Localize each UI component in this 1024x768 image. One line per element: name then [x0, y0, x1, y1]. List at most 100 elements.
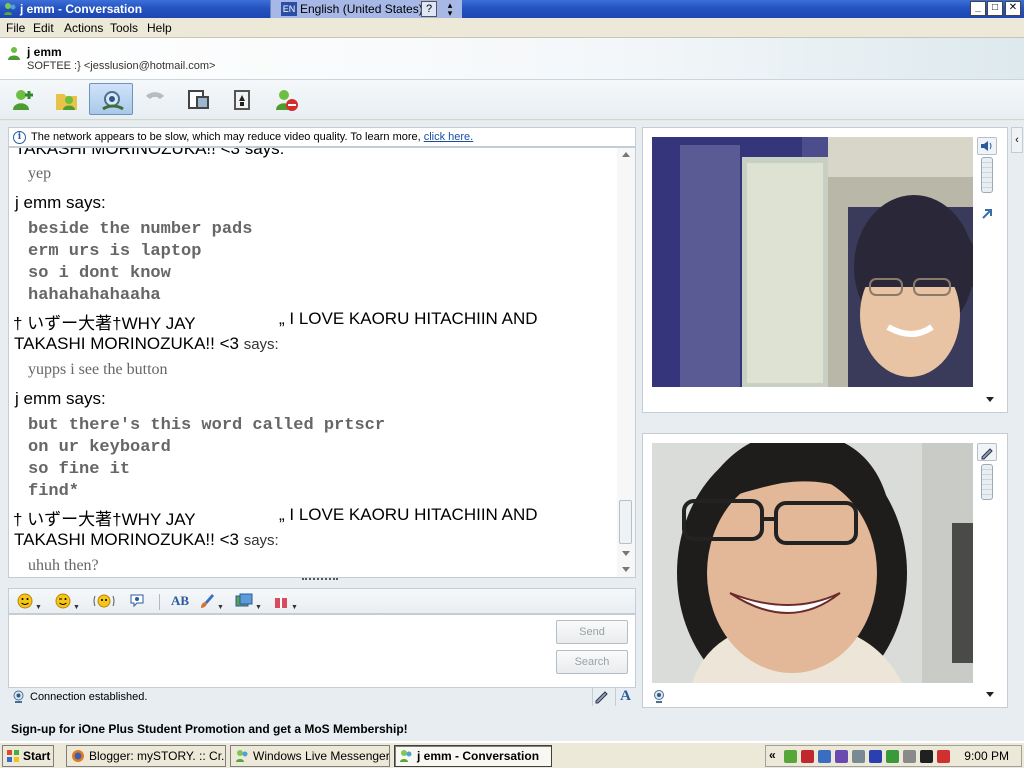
menu-actions[interactable]: Actions	[64, 21, 103, 35]
task-label: Windows Live Messenger	[253, 749, 390, 763]
signal-tray-icon[interactable]	[886, 750, 899, 763]
promo-text[interactable]: Sign-up for iOne Plus Student Promotion …	[11, 722, 408, 736]
tray-expand-icon[interactable]: «	[769, 748, 776, 762]
restore-button[interactable]: □	[987, 1, 1003, 16]
arrow-up-right-icon	[982, 209, 992, 219]
scroll-bottom-icon[interactable]	[622, 567, 630, 572]
sender-name-end: TAKASHI MORINOZUKA!! <3	[14, 334, 239, 353]
language-code[interactable]: EN	[281, 2, 297, 16]
resize-grip[interactable]	[302, 578, 338, 584]
title-bar[interactable]: j emm - Conversation EN English (United …	[0, 0, 1024, 18]
contact-webcam-image	[652, 137, 973, 387]
font-button[interactable]: AB	[171, 593, 189, 611]
firefox-icon	[72, 750, 84, 762]
text-mode-button[interactable]: A	[615, 688, 635, 706]
webcam-settings-button[interactable]	[652, 689, 666, 703]
invite-contact-icon	[13, 90, 33, 110]
send-gift-button[interactable]: ▼	[273, 593, 298, 611]
message-input[interactable]: Send Search	[8, 614, 636, 688]
activities-icon	[188, 90, 209, 109]
menu-help[interactable]: Help	[147, 21, 172, 35]
popout-video-button[interactable]	[980, 207, 994, 221]
background-button[interactable]: ▼	[199, 593, 224, 611]
webcam-icon	[654, 690, 664, 703]
menu-tools[interactable]: Tools	[110, 21, 138, 35]
start-button[interactable]: Start	[2, 745, 54, 767]
bluetooth-tray-icon[interactable]	[835, 750, 848, 763]
close-button[interactable]: ✕	[1005, 1, 1021, 16]
message-text: yupps i see the button	[28, 361, 168, 378]
promo-banner[interactable]: Sign-up for iOne Plus Student Promotion …	[0, 718, 1024, 741]
voice-call-button[interactable]	[133, 83, 177, 115]
voice-clip-button[interactable]	[129, 593, 145, 611]
send-files-button[interactable]	[45, 83, 89, 115]
message-text: beside the number pads	[28, 220, 253, 239]
scroll-thumb[interactable]	[619, 500, 632, 544]
volume-slider[interactable]	[981, 157, 993, 193]
search-button[interactable]: Search	[556, 650, 628, 674]
messenger-tray-icon[interactable]	[784, 750, 797, 763]
games-icon	[234, 90, 250, 110]
task-blogger[interactable]: Blogger: mySTORY. :: Cr...	[66, 745, 226, 767]
message-text: on ur keyboard	[28, 438, 171, 457]
menu-file[interactable]: File	[6, 21, 25, 35]
volume-button[interactable]	[977, 137, 997, 155]
message-text: yep	[28, 165, 52, 182]
chevron-down-icon[interactable]	[986, 692, 994, 697]
security-tray-icon[interactable]	[801, 750, 814, 763]
messenger-icon	[400, 750, 412, 762]
connection-tray-icon[interactable]	[903, 750, 916, 763]
share-background-button[interactable]: ▼	[235, 593, 262, 611]
minimize-button[interactable]: _	[970, 1, 986, 16]
chevron-down-icon[interactable]	[986, 397, 994, 402]
emoticon-button[interactable]: ▼	[17, 593, 42, 611]
webcam-icon	[13, 690, 24, 703]
microphone-slider[interactable]	[981, 464, 993, 500]
network-tray-icon[interactable]	[852, 750, 865, 763]
language-name[interactable]: English (United States)	[300, 2, 423, 16]
handwriting-button[interactable]	[592, 688, 610, 706]
games-button[interactable]	[221, 83, 265, 115]
send-button[interactable]: Send	[556, 620, 628, 644]
contact-header: j emm SOFTEE :} <jesslusion@hotmail.com>	[0, 38, 1024, 80]
nudge-button[interactable]	[93, 593, 115, 611]
conversation-scrollbar[interactable]	[617, 148, 635, 577]
conversation-history[interactable]: TAKASHI MORINOZUKA!! <3 says: yep j emm …	[8, 147, 636, 578]
my-webcam-image	[652, 443, 973, 683]
my-video-settings-button[interactable]	[977, 443, 997, 461]
conversation-toolbar	[0, 80, 1024, 120]
language-bar[interactable]: EN English (United States) ? ▴ ▾	[270, 0, 462, 18]
chevron-down-icon: ▼	[215, 604, 224, 611]
wink-button[interactable]: ▼	[55, 593, 80, 611]
sender-name-continued: „ I LOVE KAORU HITACHIIN AND	[279, 309, 538, 328]
menu-edit[interactable]: Edit	[33, 21, 54, 35]
task-messenger[interactable]: Windows Live Messenger	[230, 745, 390, 767]
invite-contact-button[interactable]	[2, 83, 46, 115]
driver-tray-icon[interactable]	[869, 750, 882, 763]
antivirus-tray-icon[interactable]	[937, 750, 950, 763]
speaker-icon	[981, 141, 992, 151]
activities-button[interactable]	[177, 83, 221, 115]
help-icon[interactable]: ?	[421, 1, 437, 17]
chevron-down-icon: ▼	[253, 604, 262, 611]
window-title: j emm - Conversation	[20, 2, 143, 16]
chevron-down-icon: ▼	[289, 604, 298, 611]
network-notice: i The network appears to be slow, which …	[8, 127, 636, 147]
sender-name: † いずー大著†WHY JAY	[13, 314, 196, 333]
block-contact-button[interactable]	[265, 83, 309, 115]
send-files-icon	[56, 94, 77, 110]
collapse-panel-button[interactable]: ‹	[1011, 127, 1023, 153]
wireless-tray-icon[interactable]	[818, 750, 831, 763]
disconnected-tray-icon[interactable]	[920, 750, 933, 763]
video-call-button[interactable]	[89, 83, 133, 115]
notice-link[interactable]: click here.	[424, 131, 474, 143]
task-label: j emm - Conversation	[417, 749, 540, 763]
scroll-up-icon[interactable]	[622, 152, 630, 157]
sender-line: TAKASHI MORINOZUKA!! <3 says:	[14, 530, 279, 550]
windows-flag-icon	[7, 750, 19, 762]
scroll-down-icon[interactable]	[622, 551, 630, 556]
task-conversation[interactable]: j emm - Conversation	[394, 745, 552, 767]
toolbar-divider	[159, 594, 160, 610]
langbar-options-icon[interactable]: ▴ ▾	[444, 1, 456, 18]
nudge-icon	[93, 594, 115, 608]
